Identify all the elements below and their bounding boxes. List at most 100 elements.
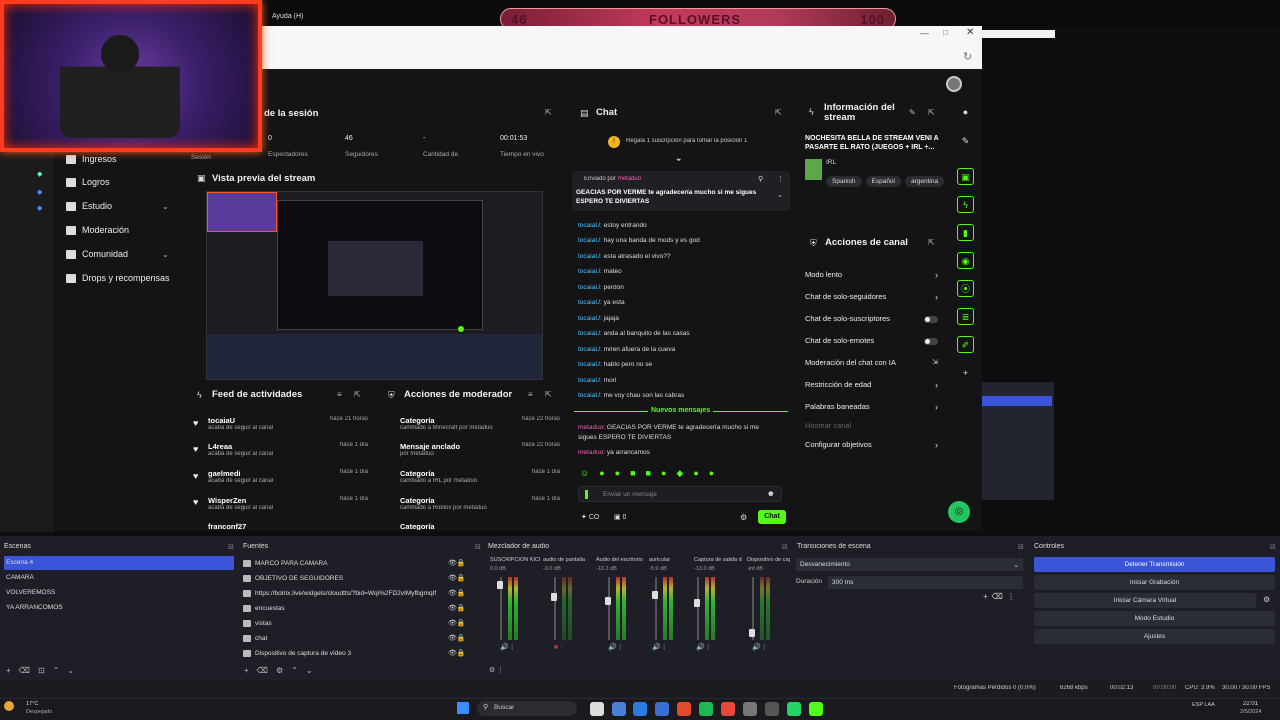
emote-icon[interactable]: ■ <box>630 468 635 480</box>
brave-icon[interactable] <box>677 702 691 716</box>
start-recording-button[interactable]: Iniciar Grabación <box>1034 575 1275 590</box>
settings-icon[interactable]: ● <box>957 104 974 121</box>
gift-counter[interactable]: ▣ 0 <box>614 513 626 521</box>
nav-item-logros[interactable]: Logros <box>66 173 110 191</box>
scene-item[interactable]: YA ARRANCOMOS <box>4 601 234 615</box>
source-item[interactable]: encuestas <box>243 601 473 615</box>
popout-icon[interactable]: ⇱ <box>545 390 552 399</box>
settings-button[interactable]: Ajustes <box>1034 629 1275 644</box>
emoji-icon[interactable]: ☻ <box>767 489 775 498</box>
stop-streaming-button[interactable]: Detener Transmisión <box>1034 557 1275 572</box>
chat-user[interactable]: tocaiaU: <box>578 361 602 368</box>
emote-icon[interactable]: ◆ <box>676 468 683 480</box>
fader-knob[interactable] <box>497 581 503 589</box>
popout-icon[interactable]: ⊟ <box>475 543 481 551</box>
nav-item-ingresos[interactable]: Ingresos <box>66 150 117 168</box>
popout-icon[interactable]: ⊟ <box>782 543 788 551</box>
chat-user[interactable]: tocaiaU: <box>578 284 602 291</box>
channel-points[interactable]: ✦ CO <box>581 513 599 521</box>
emote-icon[interactable]: ■ <box>646 468 651 480</box>
chevron-down-icon[interactable]: ⏷ <box>676 157 682 165</box>
edit-icon[interactable]: ✎ <box>957 133 974 150</box>
emote-icon[interactable]: ● <box>661 468 666 480</box>
emote-icon[interactable]: ● <box>599 468 604 480</box>
fader-knob[interactable] <box>652 591 658 599</box>
transition-select[interactable]: Desvanecimiento ⌄ <box>796 558 1023 571</box>
source-toolbar[interactable]: +⌫⚙⌃⌄ <box>244 666 321 675</box>
edit-icon[interactable]: ✎ <box>909 108 916 117</box>
chat-user[interactable]: tocaiaU: <box>578 377 602 384</box>
bolt-icon[interactable]: ϟ <box>957 196 974 213</box>
duration-field[interactable]: 300 ms <box>828 576 1023 589</box>
popout-icon[interactable]: ⇱ <box>928 108 935 117</box>
gear-icon[interactable] <box>743 702 757 716</box>
feed-name[interactable]: franconf27 <box>208 522 368 530</box>
clip-icon[interactable]: ▮ <box>957 224 974 241</box>
popout-icon[interactable]: ⊟ <box>1018 543 1024 551</box>
popout-icon[interactable]: ⊟ <box>1270 543 1276 551</box>
tag[interactable]: Spanish <box>826 176 862 187</box>
chat-user[interactable]: tocaiaU: <box>578 392 602 399</box>
weather-temp[interactable]: 17°C <box>26 701 38 707</box>
obs-icon[interactable] <box>765 702 779 716</box>
speaker-icon[interactable]: 🔊⋮ <box>652 643 696 651</box>
mixer-toolbar[interactable]: ⚙ ⋮ <box>489 666 504 674</box>
popout-icon[interactable]: ⊟ <box>228 543 234 551</box>
whatsapp-icon[interactable] <box>787 702 801 716</box>
chat-user[interactable]: tocaiaU: <box>578 346 602 353</box>
nav-item-drops[interactable]: Drops y recompensas <box>66 269 170 287</box>
message-icon[interactable]: ◉ <box>957 252 974 269</box>
help-icon[interactable]: ◎ <box>948 501 970 523</box>
taskbar-search[interactable]: ⚲ Buscar <box>477 701 577 716</box>
scene-item[interactable]: Escena 4 <box>4 556 234 570</box>
chat-user[interactable]: metaduo <box>578 449 603 456</box>
source-item[interactable]: https://botrix.live/widgets/cloudtts/?bi… <box>243 586 448 600</box>
source-item[interactable]: Dispositivo de captura de vídeo 3 <box>243 646 473 660</box>
chat-user[interactable]: tocaiaU: <box>578 253 602 260</box>
virtual-camera-button[interactable]: Iniciar Cámara Virtual <box>1034 593 1256 608</box>
maximize-icon[interactable]: □ <box>943 28 948 37</box>
add-icon[interactable]: + <box>957 365 974 382</box>
camera-icon[interactable]: ▣ <box>957 168 974 185</box>
popout-icon[interactable]: ⇱ <box>775 108 782 117</box>
spotify-icon[interactable] <box>699 702 713 716</box>
chat-user[interactable]: tocaiaU: <box>578 222 602 229</box>
chat-user[interactable]: tocaiaU: <box>578 268 602 275</box>
chat-user[interactable]: tocaiaU: <box>578 330 602 337</box>
gear-icon[interactable]: ⚙ <box>740 513 747 522</box>
scene-item[interactable]: VOLVEREMOSS <box>4 586 234 600</box>
nav-item-moderacion[interactable]: Moderación <box>66 221 129 239</box>
file-icon[interactable] <box>590 702 604 716</box>
nav-item-estudio[interactable]: Estudio ⌄ <box>66 197 169 215</box>
chat-user[interactable]: metaduo <box>578 424 603 431</box>
nav-item-comunidad[interactable]: Comunidad ⌄ <box>66 245 169 263</box>
filter-icon[interactable]: ≡ <box>337 390 342 399</box>
more-icon[interactable]: ⋮ <box>777 175 784 183</box>
transition-toolbar[interactable]: +⌫⋮ <box>983 592 1019 601</box>
source-visibility-icons[interactable]: 👁🔒 👁🔒 👁🔒 👁🔒 👁🔒 👁🔒 👁🔒 <box>448 556 472 661</box>
pinned-user[interactable]: metaduo <box>618 176 641 182</box>
store-icon[interactable] <box>655 702 669 716</box>
action-banned-words[interactable]: Palabras baneadas › <box>805 402 940 416</box>
emote-icon[interactable]: ● <box>693 468 698 480</box>
edge-icon[interactable] <box>633 702 647 716</box>
language-indicator[interactable]: ESP LAA <box>1192 702 1215 708</box>
emote-icon[interactable]: ● <box>709 468 714 480</box>
speaker-icon[interactable]: 🔊⋮ <box>696 643 752 651</box>
fader-knob[interactable] <box>551 593 557 601</box>
chrome-icon[interactable] <box>721 702 735 716</box>
avatar[interactable] <box>946 76 962 92</box>
fader-knob[interactable] <box>605 597 611 605</box>
action-goals[interactable]: Configurar objetivos › <box>805 440 940 454</box>
chat-user[interactable]: tocaiaU: <box>578 315 602 322</box>
source-item[interactable]: MARCO PARA CAMARA <box>243 556 473 570</box>
list-icon[interactable]: ≣ <box>957 308 974 325</box>
action-age-restriction[interactable]: Restricción de edad › <box>805 380 940 394</box>
tag[interactable]: argentina <box>905 176 945 187</box>
scene-item[interactable]: CAMARA <box>4 571 234 585</box>
category-name[interactable]: IRL <box>826 159 836 166</box>
source-item[interactable]: chat <box>243 631 473 645</box>
source-item[interactable]: vistas <box>243 616 473 630</box>
tag[interactable]: Español <box>865 176 901 187</box>
speaker-icon[interactable]: 🔊⋮ <box>500 643 554 651</box>
